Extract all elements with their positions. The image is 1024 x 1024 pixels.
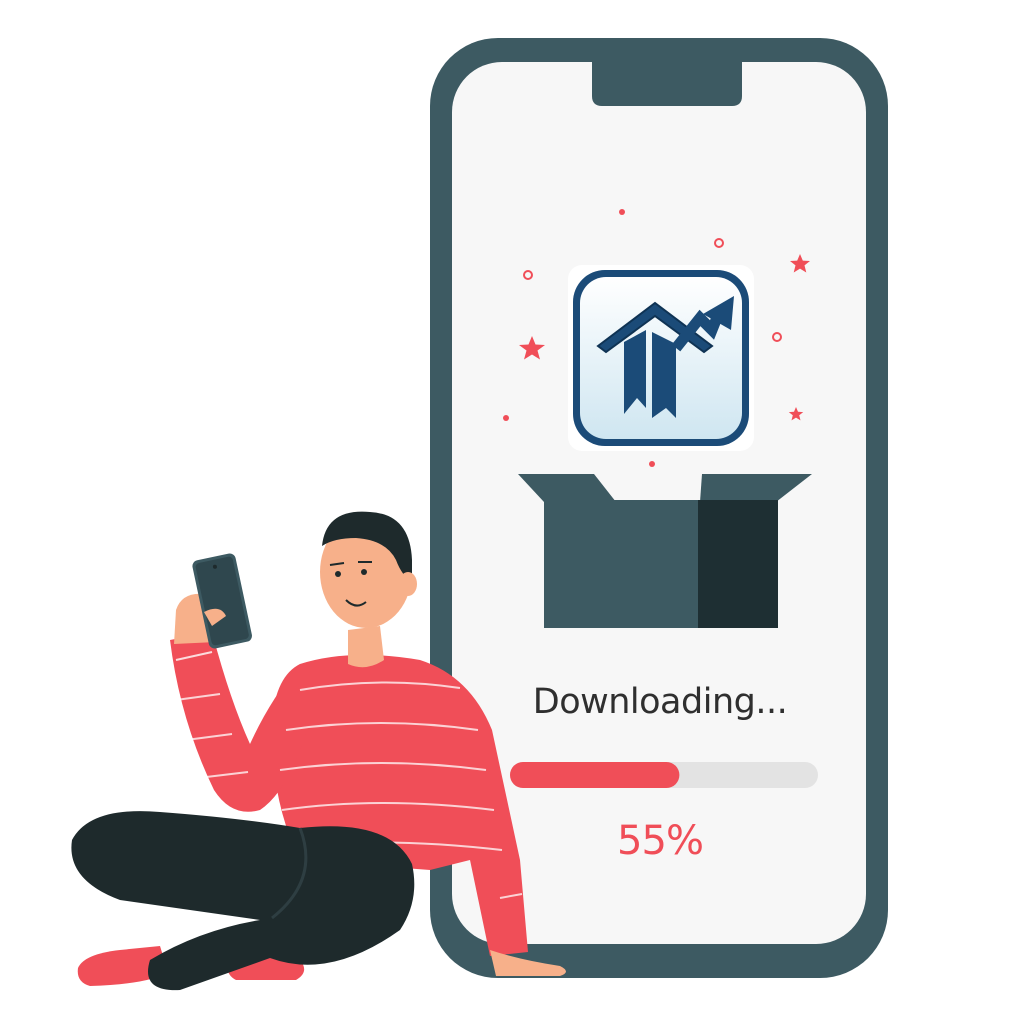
dot-icon — [619, 209, 625, 215]
download-status-label: Downloading... — [532, 682, 788, 722]
illustration-canvas — [71, 38, 888, 991]
progress-bar — [510, 762, 818, 788]
dot-icon — [649, 461, 655, 467]
dot-icon — [503, 415, 509, 421]
phone-notch — [592, 60, 742, 106]
download-illustration: Downloading... 55% — [0, 0, 1024, 1024]
progress-fill — [510, 762, 680, 788]
app-logo-icon — [568, 265, 754, 451]
download-percent-label: 55% — [617, 818, 704, 864]
